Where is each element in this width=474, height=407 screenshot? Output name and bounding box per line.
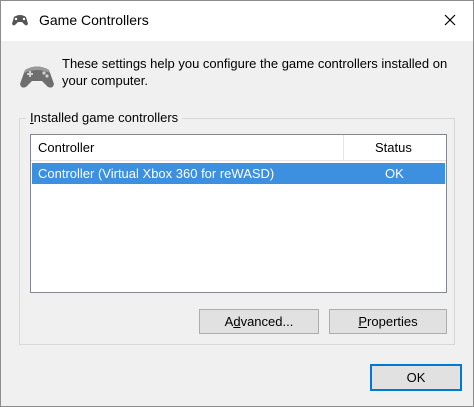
advanced-button[interactable]: Ad vanced... [199,309,319,334]
properties-button[interactable]: Properties [329,309,447,334]
controllers-list[interactable]: Controller Status Controller (Virtual Xb… [30,134,447,293]
properties-label-rest: roperties [367,314,418,329]
column-header-status[interactable]: Status [375,140,412,155]
legend-text: nstalled game controllers [33,110,179,125]
gamepad-icon [17,61,57,91]
close-icon [444,14,456,29]
advanced-label-a: A [224,314,234,329]
intro-line-2: your computer. [62,73,148,88]
gamepad-icon [11,13,29,27]
list-item-controller: Controller (Virtual Xbox 360 for reWASD) [38,166,275,181]
window-title: Game Controllers [39,12,149,28]
installed-controllers-legend: Installed game controllers [26,110,183,125]
advanced-label-rest: vanced... [240,314,294,329]
close-button[interactable] [427,1,473,41]
title-bar[interactable]: Game Controllers [1,1,473,41]
advanced-accelerator: d [233,314,241,329]
ok-label: OK [406,370,426,385]
properties-accelerator: P [358,314,368,329]
intro-description: These settings help you configure the ga… [62,55,462,89]
intro-line-1: These settings help you configure the ga… [62,56,448,71]
list-item-status: OK [385,166,404,181]
column-header-controller[interactable]: Controller [38,140,94,155]
ok-button[interactable]: OK [370,364,462,391]
column-divider[interactable] [343,135,344,160]
list-item[interactable]: Controller (Virtual Xbox 360 for reWASD)… [32,163,445,184]
game-controllers-dialog: Game Controllers These settings help you… [0,0,474,407]
list-header: Controller Status [31,135,446,161]
